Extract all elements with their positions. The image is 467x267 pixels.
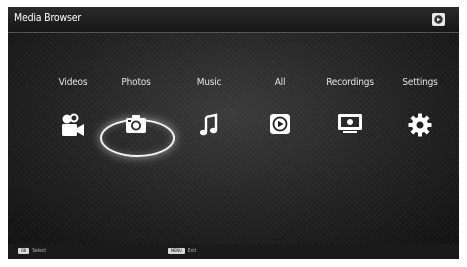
menu-item-recordings[interactable]: Recordings	[315, 77, 385, 133]
title-bar: Media Browser	[8, 7, 459, 33]
menu-item-label: Recordings	[326, 77, 374, 88]
video-camera-icon	[59, 113, 87, 143]
gear-icon	[408, 113, 432, 141]
footer-bar: OK Select MENU Exit	[8, 244, 459, 259]
menu-item-label: Settings	[402, 77, 438, 88]
select-hint-label: Select	[32, 248, 47, 254]
menu-key-badge: MENU	[168, 248, 185, 254]
menu-item-music[interactable]: Music	[174, 77, 244, 136]
menu-item-all[interactable]: All	[245, 77, 315, 134]
menu-item-label: All	[274, 77, 286, 88]
media-category-menu: Videos Photos Music All Recordings Setti…	[8, 77, 459, 167]
music-note-icon	[198, 113, 220, 141]
media-browser-screen: Media Browser Videos Photos Music All Re…	[8, 7, 459, 244]
photo-camera-icon	[124, 113, 148, 139]
source-icon[interactable]	[432, 13, 445, 26]
play-icon	[269, 113, 291, 139]
menu-item-videos[interactable]: Videos	[38, 77, 108, 136]
menu-item-settings[interactable]: Settings	[385, 77, 455, 137]
exit-hint: MENU Exit	[168, 248, 196, 256]
menu-item-label: Photos	[121, 77, 151, 88]
page-title: Media Browser	[14, 12, 82, 24]
menu-item-label: Videos	[58, 77, 88, 88]
select-hint: OK Select	[18, 248, 46, 256]
menu-item-label: Music	[196, 77, 222, 88]
tv-record-icon	[336, 113, 364, 139]
exit-hint-label: Exit	[187, 248, 197, 254]
menu-item-photos[interactable]: Photos	[101, 77, 171, 133]
ok-key-badge: OK	[18, 248, 30, 254]
